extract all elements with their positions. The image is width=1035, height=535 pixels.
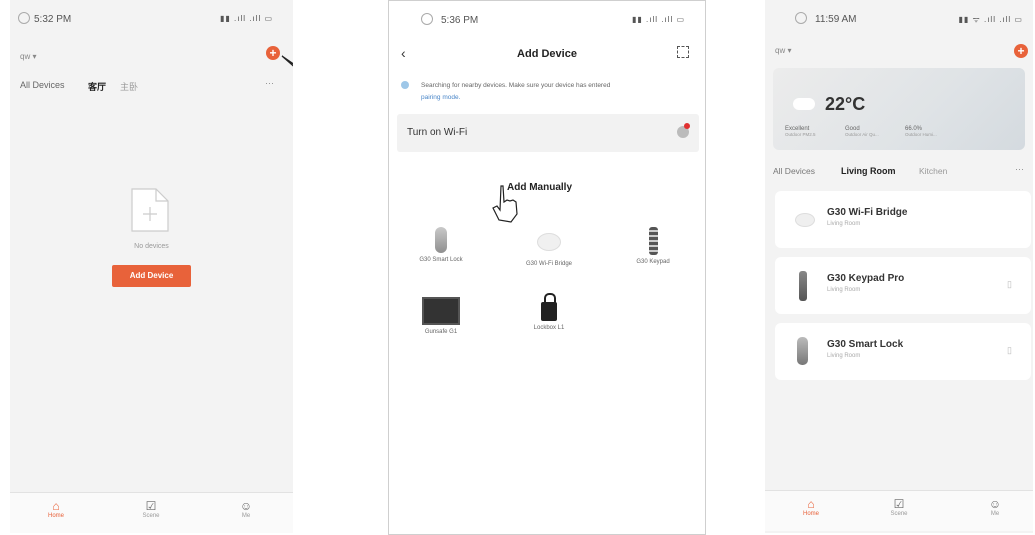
tab-me[interactable]: ☺ Me [226,499,266,519]
device-name: G30 Smart Lock [827,339,904,350]
status-bar: 5:32 PM ▮▮ .ıll .ıll ▭ [10,0,293,40]
bottom-tab-bar: ⌂ Home ☑ Scene ☺ Me [10,492,293,533]
wifi-bridge-image [537,233,561,251]
add-icon[interactable]: + [1014,44,1028,58]
keypad-image [648,227,658,255]
pointing-hand-icon [281,55,293,67]
weather-pm25: Excellent Outdoor PM2.5 [785,126,816,137]
device-room: Living Room [827,353,861,359]
scene-icon: ☑ [145,499,157,513]
empty-file-icon [131,188,169,232]
home-selector[interactable]: qw ▾ [20,52,36,61]
bottom-tab-bar: ⌂ Home ☑ Scene ☺ Me [765,490,1033,531]
tab-me[interactable]: ☺ Me [975,497,1015,517]
tab-home[interactable]: ⌂ Home [791,497,831,517]
wifi-bridge-image [795,213,815,227]
screen-add-device: 5:36 PM ▮▮ .ıll .ıll ▭ ‹ Add Device Sear… [388,0,706,535]
add-device-button[interactable]: Add Device [112,265,191,287]
search-hint: Searching for nearby devices. Make sure … [421,82,611,101]
status-icons: ▮▮ ᯤ .ıll .ıll ▭ [958,15,1023,24]
more-icon[interactable]: ··· [265,78,274,88]
device-g30-smart-lock[interactable]: G30 Smart Lock [411,227,471,263]
camera-icon [18,12,30,24]
device-lockbox-l1[interactable]: Lockbox L1 [519,293,579,331]
device-card-wifi-bridge[interactable]: G30 Wi-Fi Bridge Living Room [775,191,1031,248]
wifi-label: Turn on Wi-Fi [407,127,468,138]
camera-icon [421,13,433,25]
status-bar: 11:59 AM ▮▮ ᯤ .ıll .ıll ▭ [765,0,1033,40]
tab-all-devices[interactable]: All Devices [20,80,65,90]
me-icon: ☺ [239,499,253,513]
pointing-hand-icon [492,185,518,223]
device-room: Living Room [827,287,861,293]
home-selector[interactable]: qw ▾ [775,46,791,55]
device-room: Living Room [827,221,861,227]
tab-scene[interactable]: ☑ Scene [131,499,171,519]
tab-home[interactable]: ⌂ Home [36,499,76,519]
status-icons: ▮▮ .ıll .ıll ▭ [631,15,685,24]
device-name: G30 Wi-Fi Bridge [827,207,908,218]
cloud-icon [793,98,815,110]
device-g30-keypad[interactable]: G30 Keypad [623,227,683,265]
me-icon: ☺ [988,497,1002,511]
smart-lock-image [435,227,447,253]
more-icon[interactable]: ··· [1015,164,1024,174]
weather-air-quality: Good Outdoor Air Qu... [845,126,879,137]
tab-all-devices[interactable]: All Devices [773,166,815,176]
status-bar: 5:36 PM ▮▮ .ıll .ıll ▭ [389,1,705,41]
scan-icon[interactable] [677,46,689,58]
device-name: G30 Keypad Pro [827,273,905,284]
tab-living-room[interactable]: 客厅 [88,80,106,93]
status-time: 11:59 AM [815,14,857,25]
device-card-keypad-pro[interactable]: G30 Keypad Pro Living Room ▯ [775,257,1031,314]
weather-card: 22°C Excellent Outdoor PM2.5 Good Outdoo… [773,68,1025,150]
battery-icon: ▯ [1007,345,1012,355]
device-g30-wifi-bridge[interactable]: G30 Wi-Fi Bridge [519,233,579,267]
empty-text: No devices [134,243,169,250]
screen-home-empty: 5:32 PM ▮▮ .ıll .ıll ▭ qw ▾ + All Device… [10,0,293,533]
tab-kitchen[interactable]: Kitchen [919,166,947,176]
add-icon[interactable]: + [266,46,280,60]
scene-icon: ☑ [893,497,905,511]
gunsafe-image [422,297,460,325]
home-icon: ⌂ [807,497,815,511]
lockbox-image [541,293,557,321]
weather-humidity: 66.0% Outdoor Humi... [905,126,937,137]
status-time: 5:32 PM [34,14,72,25]
home-icon: ⌂ [52,499,60,513]
status-time: 5:36 PM [441,15,479,26]
camera-icon [795,12,807,24]
page-title: Add Device [517,48,577,60]
keypad-image [799,271,807,301]
alert-badge [684,123,690,129]
screen-home-devices: 11:59 AM ▮▮ ᯤ .ıll .ıll ▭ qw ▾ + 22°C Ex… [765,0,1033,533]
device-card-smart-lock[interactable]: G30 Smart Lock Living Room ▯ [775,323,1031,380]
pairing-mode-link[interactable]: pairing mode. [421,94,460,101]
searching-icon [401,81,409,89]
tab-living-room[interactable]: Living Room [841,166,896,176]
status-icons: ▮▮ .ıll .ıll ▭ [219,14,273,23]
smart-lock-image [797,337,808,365]
tab-master-bedroom[interactable]: 主卧 [120,80,138,93]
temperature: 22°C [825,94,866,114]
wifi-row[interactable]: Turn on Wi-Fi [397,114,699,152]
tab-scene[interactable]: ☑ Scene [879,497,919,517]
device-gunsafe-g1[interactable]: Gunsafe G1 [411,297,471,335]
battery-icon: ▯ [1007,279,1012,289]
